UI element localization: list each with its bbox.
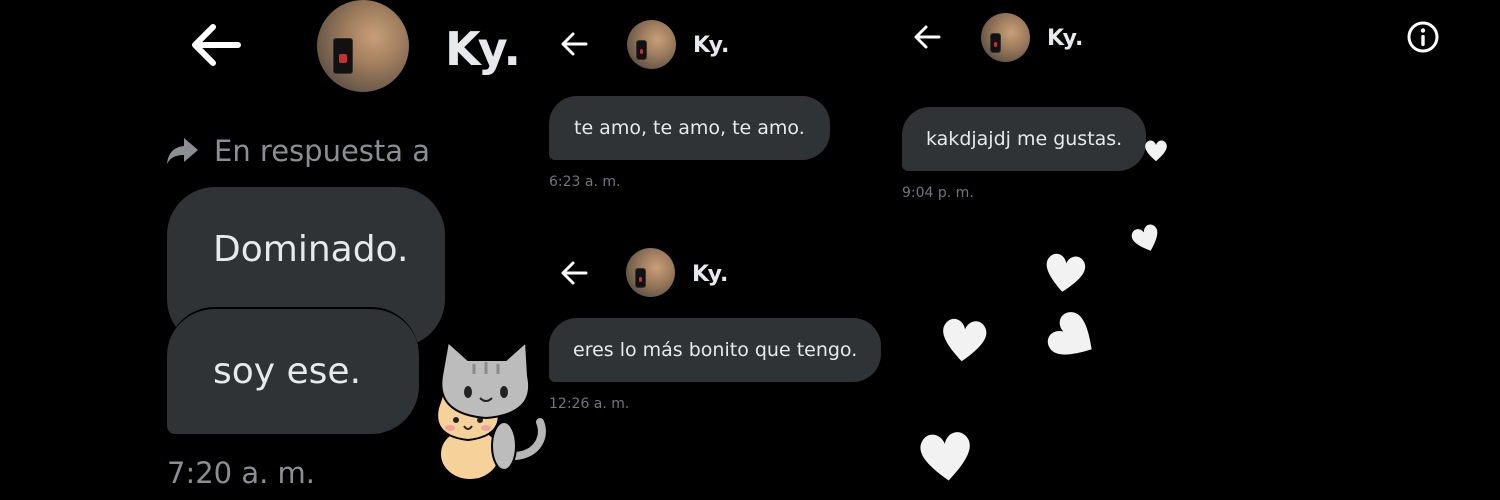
contact-name[interactable]: Ky. [693,33,729,58]
heart-icon [1131,224,1158,251]
back-arrow-icon[interactable] [188,22,242,71]
contact-name[interactable]: Ky. [445,22,521,76]
avatar[interactable] [317,0,409,92]
message-timestamp: 7:20 a. m. [167,456,316,490]
message-timestamp: 9:04 p. m. [902,185,974,201]
heart-icon [920,432,970,481]
heart-icon [1145,140,1167,162]
contact-name[interactable]: Ky. [692,262,728,287]
message-bubble[interactable]: eres lo más bonito que tengo. [549,318,882,382]
message-bubble[interactable]: soy ese. [167,307,419,434]
message-text: soy ese. [213,351,362,392]
contact-name[interactable]: Ky. [1047,26,1083,51]
cat-sticker [428,336,553,485]
message-text: kakdjajdj me gustas. [926,128,1123,150]
avatar[interactable] [626,248,675,297]
message-timestamp: 12:26 a. m. [549,396,630,412]
heart-icon [943,318,987,362]
message-bubble[interactable]: te amo, te amo, te amo. [549,96,830,160]
back-arrow-icon[interactable] [560,31,588,60]
message-text: Dominado. [213,229,409,270]
heart-icon [1046,253,1086,292]
reply-label: En respuesta a [214,134,431,168]
message-text: te amo, te amo, te amo. [574,117,805,139]
back-arrow-icon[interactable] [560,260,588,289]
info-icon[interactable] [1406,20,1440,58]
message-text: eres lo más bonito que tengo. [573,339,858,361]
avatar[interactable] [627,20,676,69]
avatar[interactable] [981,13,1030,62]
message-bubble[interactable]: kakdjajdj me gustas. [902,107,1147,171]
back-arrow-icon[interactable] [913,24,941,53]
message-timestamp: 6:23 a. m. [549,174,621,190]
heart-icon [1047,312,1092,355]
reply-arrow-icon [166,136,200,170]
